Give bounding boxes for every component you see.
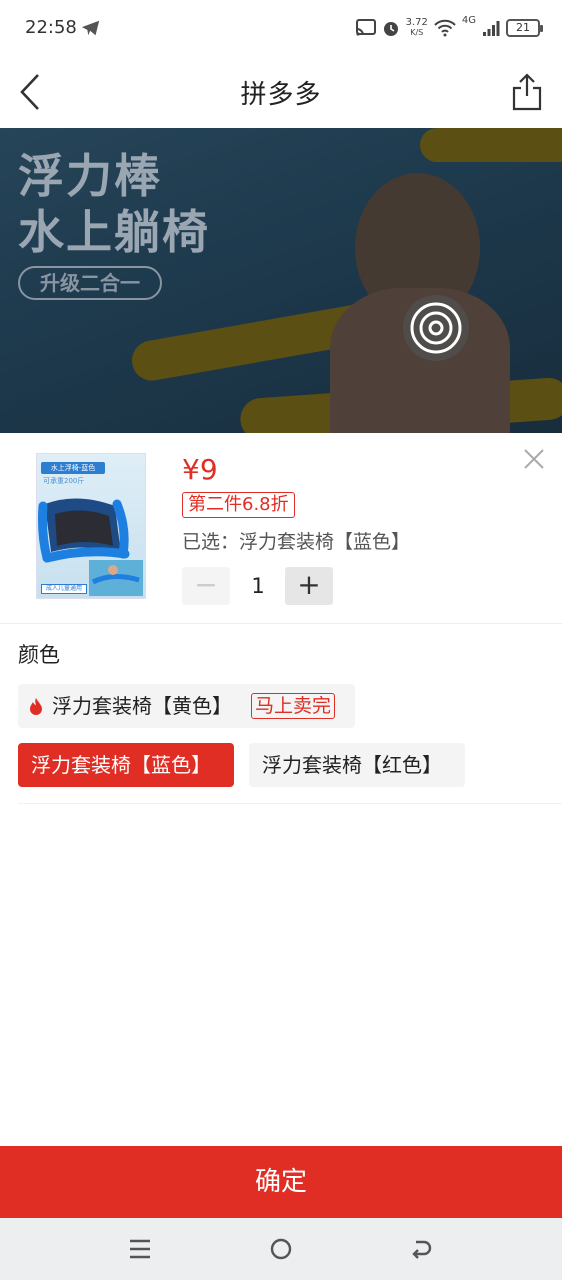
color-option-red[interactable]: 浮力套装椅【红色】 [249,743,465,787]
status-icons: 3.72 K/S 4G 21 [355,15,543,41]
signal-icon [483,21,500,36]
quantity-decrease-button[interactable]: − [182,567,230,605]
confirm-button[interactable]: 确定 [0,1146,562,1218]
network-type: 4G [461,15,476,26]
telegram-icon [81,20,100,36]
banner-title-line1: 浮力棒 [18,149,162,203]
close-icon[interactable] [522,447,546,471]
battery-icon: 21 [506,19,543,37]
status-time: 22:58 [25,17,77,38]
thumbnail-footer: 成人儿童通用 [41,584,87,594]
menu-icon[interactable] [128,1237,152,1261]
flame-icon [30,698,42,715]
divider [18,803,562,804]
color-option-label: 浮力套装椅【红色】 [262,753,442,777]
target-button[interactable] [403,295,469,361]
nav-bar: 拼多多 [0,56,562,128]
selected-sku-text: 已选：浮力套装椅【蓝色】 [182,531,411,553]
divider [0,623,562,624]
home-icon[interactable] [269,1237,293,1261]
quantity-increase-button[interactable]: + [285,567,333,605]
page-title: 拼多多 [240,80,322,110]
share-icon[interactable] [510,72,544,112]
back-nav-icon[interactable] [410,1237,434,1261]
product-thumbnail[interactable]: 水上浮椅-蓝色 可承重200斤 成人儿童通用 [36,453,146,599]
sku-sheet: 水上浮椅-蓝色 可承重200斤 成人儿童通用 ¥9 第二件6.8折 已选：浮力套… [0,433,562,1146]
battery-level: 21 [516,21,530,34]
color-option-blue[interactable]: 浮力套装椅【蓝色】 [18,743,234,787]
alarm-icon [383,22,398,36]
banner-title-line2: 水上躺椅 [18,205,210,259]
status-bar: 22:58 3.72 K/S 4G 21 [0,0,562,56]
product-banner: 浮力棒 水上躺椅 升级二合一 [0,128,562,433]
color-option-yellow[interactable]: 浮力套装椅【黄色】 马上卖完 [18,684,355,728]
cast-icon [355,19,376,36]
color-option-label: 浮力套装椅【蓝色】 [31,753,211,777]
network-speed-unit: K/S [410,28,424,37]
color-section-label: 颜色 [18,643,60,667]
color-option-label: 浮力套装椅【黄色】 [52,694,232,718]
system-nav-bar [0,1218,562,1280]
selling-out-badge: 马上卖完 [251,693,336,719]
network-speed: 3.72 K/S [406,18,428,38]
banner-tag: 升级二合一 [18,266,162,300]
product-price: ¥9 [182,453,218,486]
target-icon [410,302,462,354]
wifi-icon [434,19,456,37]
quantity-value[interactable]: 1 [236,567,280,605]
discount-badge: 第二件6.8折 [182,492,295,518]
network-speed-value: 3.72 [405,17,428,28]
banner-title: 浮力棒 水上躺椅 [18,148,210,260]
float-chair-image [38,498,143,596]
